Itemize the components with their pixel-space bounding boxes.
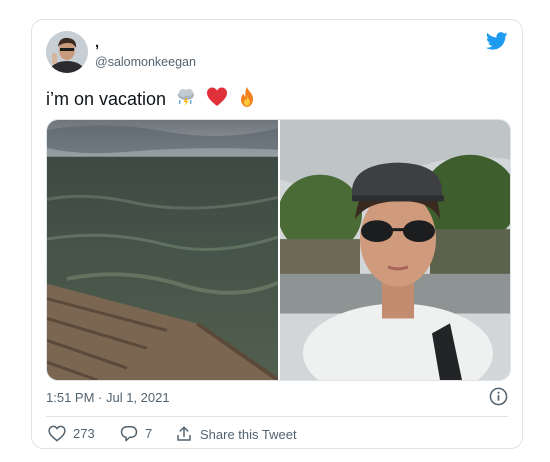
reply-count: 7 xyxy=(145,426,153,441)
divider xyxy=(46,416,508,417)
share-icon xyxy=(177,426,191,441)
info-icon[interactable] xyxy=(489,387,508,406)
tweet-text: i’m on vacation xyxy=(46,86,257,110)
tweet-timestamp[interactable]: 1:51 PM · Jul 1, 2021 xyxy=(46,390,170,405)
reply-button[interactable]: 7 xyxy=(120,425,152,442)
display-name[interactable]: , xyxy=(95,34,99,52)
sea-and-wooden-dock-photo[interactable] xyxy=(47,120,278,380)
username-handle[interactable]: @salomonkeegan xyxy=(95,54,196,70)
avatar[interactable] xyxy=(46,31,88,73)
share-button[interactable]: Share this Tweet xyxy=(175,425,297,443)
share-label: Share this Tweet xyxy=(200,426,297,442)
selfie-with-sunglasses-photo[interactable] xyxy=(280,120,511,380)
reply-icon xyxy=(120,426,138,442)
tweet-card[interactable]: , @salomonkeegan i’m on vacation 1:51 PM… xyxy=(31,19,523,449)
twitter-bird-icon[interactable] xyxy=(486,32,508,50)
cloud-with-lightning-and-rain-emoji-icon xyxy=(178,89,195,106)
like-count: 273 xyxy=(73,426,95,441)
red-heart-emoji-icon xyxy=(207,87,228,106)
heart-icon xyxy=(48,425,66,442)
tweet-text-content: i’m on vacation xyxy=(46,89,167,109)
tweet-media-grid xyxy=(46,119,511,381)
like-button[interactable]: 273 xyxy=(48,425,95,442)
fire-emoji-icon xyxy=(241,87,254,107)
